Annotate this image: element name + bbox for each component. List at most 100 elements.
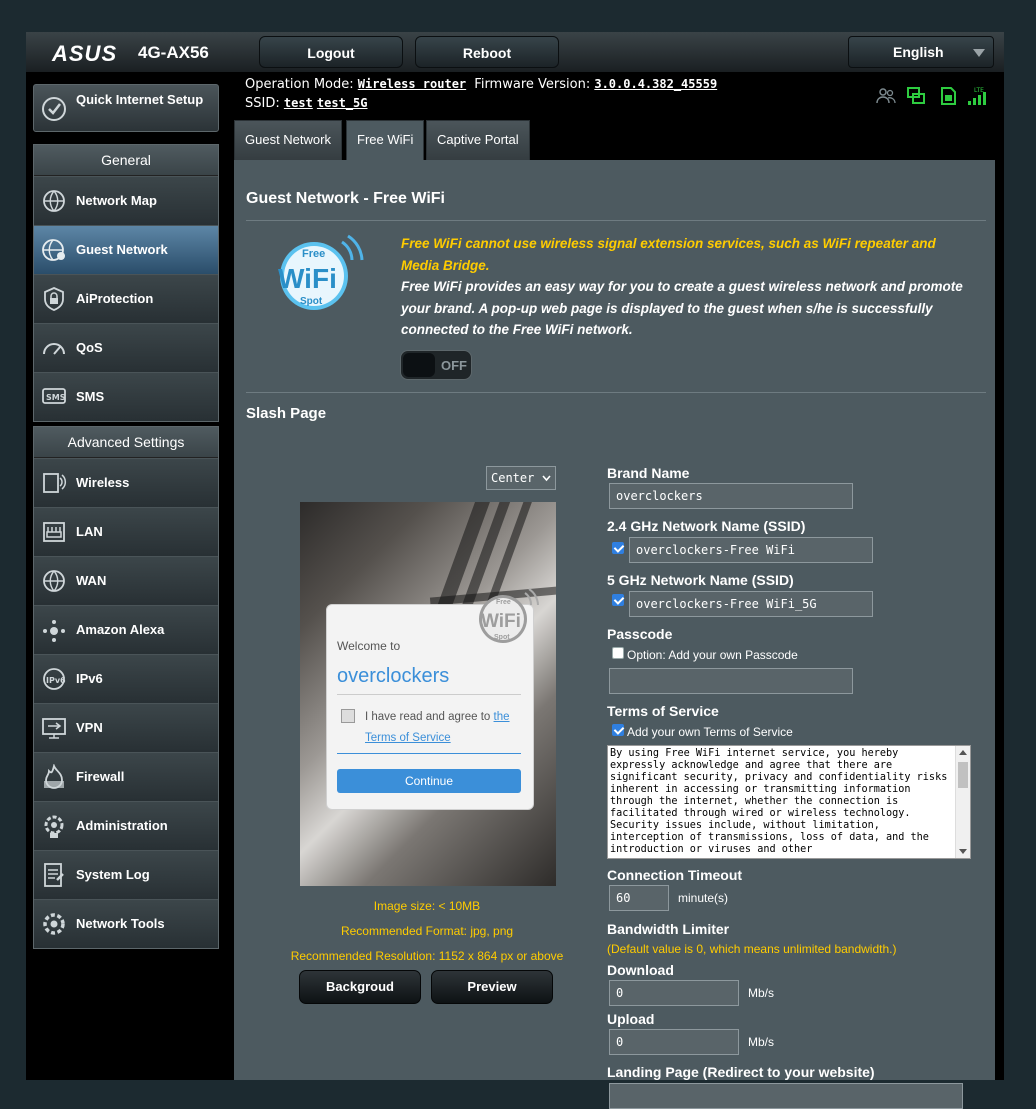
sidebar-item-administration[interactable]: Administration bbox=[34, 801, 218, 850]
toggle-label: OFF bbox=[441, 358, 467, 373]
ssid-link-1[interactable]: test bbox=[284, 96, 313, 110]
preview-card: WiFi Spot Free Welcome to overclockers I… bbox=[326, 588, 539, 810]
passcode-label: Passcode bbox=[607, 626, 673, 642]
landing-page-label: Landing Page (Redirect to your website) bbox=[607, 1064, 875, 1080]
wireless-icon bbox=[43, 473, 67, 493]
sidebar-item-label: Firewall bbox=[76, 769, 125, 784]
ssid-link-2[interactable]: test_5G bbox=[317, 96, 368, 110]
download-input[interactable]: 0 bbox=[609, 980, 739, 1006]
sidebar-item-wireless[interactable]: Wireless bbox=[34, 458, 218, 507]
sidebar-item-label: Guest Network bbox=[76, 242, 168, 257]
tab-guest-network[interactable]: Guest Network bbox=[234, 120, 342, 160]
timeout-unit: minute(s) bbox=[678, 891, 729, 905]
download-label: Download bbox=[607, 962, 674, 978]
description-text: Free WiFi provides an easy way for you t… bbox=[401, 279, 963, 337]
scroll-down-icon[interactable] bbox=[959, 849, 967, 854]
log-icon bbox=[44, 863, 64, 887]
alignment-select[interactable]: Center bbox=[486, 466, 556, 490]
sidebar-item-label: IPv6 bbox=[76, 671, 103, 686]
guest-globe-icon bbox=[42, 239, 65, 261]
preview-continue-button: Continue bbox=[337, 769, 521, 793]
ssid-info: SSID: test test_5G bbox=[245, 96, 368, 111]
sidebar-item-aiprotection[interactable]: AiProtection bbox=[34, 274, 218, 323]
ssid5-checkbox[interactable] bbox=[612, 594, 624, 606]
preview-button[interactable]: Preview bbox=[431, 970, 553, 1004]
sidebar-item-label: QoS bbox=[76, 340, 103, 355]
sidebar-item-network-map[interactable]: Network Map bbox=[34, 176, 218, 225]
upload-label: Upload bbox=[607, 1011, 655, 1027]
top-bar: ASUS 4G-AX56 Logout Reboot English bbox=[26, 32, 1004, 72]
sim-icon[interactable] bbox=[938, 86, 958, 106]
tab-captive-portal[interactable]: Captive Portal bbox=[426, 120, 530, 160]
preview-agree-text: I have read and agree to bbox=[365, 711, 491, 723]
tab-free-wifi[interactable]: Free WiFi bbox=[346, 120, 425, 160]
ssid5-input[interactable]: overclockers-Free WiFi_5G bbox=[629, 591, 873, 617]
tos-scrollbar[interactable] bbox=[955, 746, 970, 858]
tos-label: Terms of Service bbox=[607, 703, 719, 719]
quick-internet-setup-button[interactable]: Quick Internet Setup bbox=[33, 84, 219, 132]
general-menu: General Network Map Guest Network AiProt… bbox=[33, 144, 219, 422]
tos-checkbox[interactable] bbox=[612, 724, 624, 736]
sidebar-item-ipv6[interactable]: IPv6 IPv6 bbox=[34, 654, 218, 703]
shield-lock-icon bbox=[44, 287, 64, 311]
speedometer-icon bbox=[43, 343, 65, 355]
free-wifi-toggle[interactable]: OFF bbox=[400, 350, 472, 380]
gear-user-icon bbox=[44, 815, 64, 838]
sidebar-item-vpn[interactable]: VPN bbox=[34, 703, 218, 752]
sidebar-item-firewall[interactable]: Firewall bbox=[34, 752, 218, 801]
lan-port-icon bbox=[43, 522, 65, 542]
background-button[interactable]: Backgroud bbox=[299, 970, 421, 1004]
upload-input[interactable]: 0 bbox=[609, 1029, 739, 1055]
reboot-button[interactable]: Reboot bbox=[415, 36, 559, 68]
preview-agree: I have read and agree to the Terms of Se… bbox=[365, 707, 530, 749]
resolution-note: Recommended Resolution: 1152 x 864 px or… bbox=[290, 949, 564, 963]
firmware-link[interactable]: 3.0.0.4.382_45559 bbox=[594, 77, 717, 91]
scroll-thumb[interactable] bbox=[958, 762, 968, 788]
sidebar-item-sms[interactable]: SMS SMS bbox=[34, 372, 218, 421]
tools-gear-icon bbox=[43, 913, 65, 935]
sidebar-item-amazon-alexa[interactable]: Amazon Alexa bbox=[34, 605, 218, 654]
sidebar-item-lan[interactable]: LAN bbox=[34, 507, 218, 556]
sidebar-item-network-tools[interactable]: Network Tools bbox=[34, 899, 218, 948]
preview-logo-spot: Spot bbox=[494, 634, 510, 641]
sidebar-item-qos[interactable]: QoS bbox=[34, 323, 218, 372]
language-select[interactable]: English bbox=[848, 36, 994, 68]
brand-name-input[interactable]: overclockers bbox=[609, 483, 853, 509]
clients-icon[interactable] bbox=[876, 86, 896, 106]
ssid24-input[interactable]: overclockers-Free WiFi bbox=[629, 537, 873, 563]
asus-logo: ASUS bbox=[52, 41, 118, 66]
scroll-up-icon[interactable] bbox=[959, 750, 967, 755]
preview-logo-wifi: WiFi bbox=[481, 611, 521, 632]
timeout-input[interactable]: 60 bbox=[609, 885, 669, 911]
divider bbox=[246, 220, 986, 221]
op-mode-link[interactable]: Wireless router bbox=[358, 77, 466, 91]
globe-icon bbox=[43, 570, 65, 592]
ssid24-checkbox[interactable] bbox=[612, 542, 624, 554]
fw-label: Firmware Version: bbox=[474, 77, 591, 92]
svg-text:SMS: SMS bbox=[46, 393, 66, 402]
divider bbox=[337, 694, 521, 695]
logout-button[interactable]: Logout bbox=[259, 36, 403, 68]
logo-free-text: Free bbox=[302, 248, 325, 260]
divider bbox=[337, 753, 521, 754]
sidebar-item-label: SMS bbox=[76, 389, 105, 404]
warning-text: Free WiFi cannot use wireless signal ext… bbox=[401, 236, 936, 273]
model-name: 4G-AX56 bbox=[138, 43, 209, 62]
alexa-icon bbox=[43, 620, 65, 642]
passcode-input[interactable] bbox=[609, 668, 853, 694]
sidebar-item-wan[interactable]: WAN bbox=[34, 556, 218, 605]
network-icon[interactable] bbox=[906, 86, 926, 106]
passcode-checkbox[interactable] bbox=[612, 647, 624, 659]
sidebar-item-guest-network[interactable]: Guest Network bbox=[34, 225, 218, 274]
bandwidth-label: Bandwidth Limiter bbox=[607, 921, 730, 937]
tos-textarea[interactable]: By using Free WiFi internet service, you… bbox=[607, 745, 971, 859]
landing-page-input[interactable] bbox=[609, 1083, 963, 1109]
operation-info: Operation Mode: Wireless router Firmware… bbox=[245, 77, 717, 92]
router-ui: ASUS 4G-AX56 Logout Reboot English Opera… bbox=[26, 32, 1004, 1109]
divider bbox=[246, 392, 986, 393]
chevron-down-icon bbox=[542, 475, 551, 482]
preview-logo-free: Free bbox=[496, 599, 511, 606]
sidebar-item-system-log[interactable]: System Log bbox=[34, 850, 218, 899]
splash-preview: WiFi Spot Free Welcome to overclockers I… bbox=[300, 502, 556, 886]
lte-signal-icon[interactable]: LTE bbox=[966, 86, 988, 106]
